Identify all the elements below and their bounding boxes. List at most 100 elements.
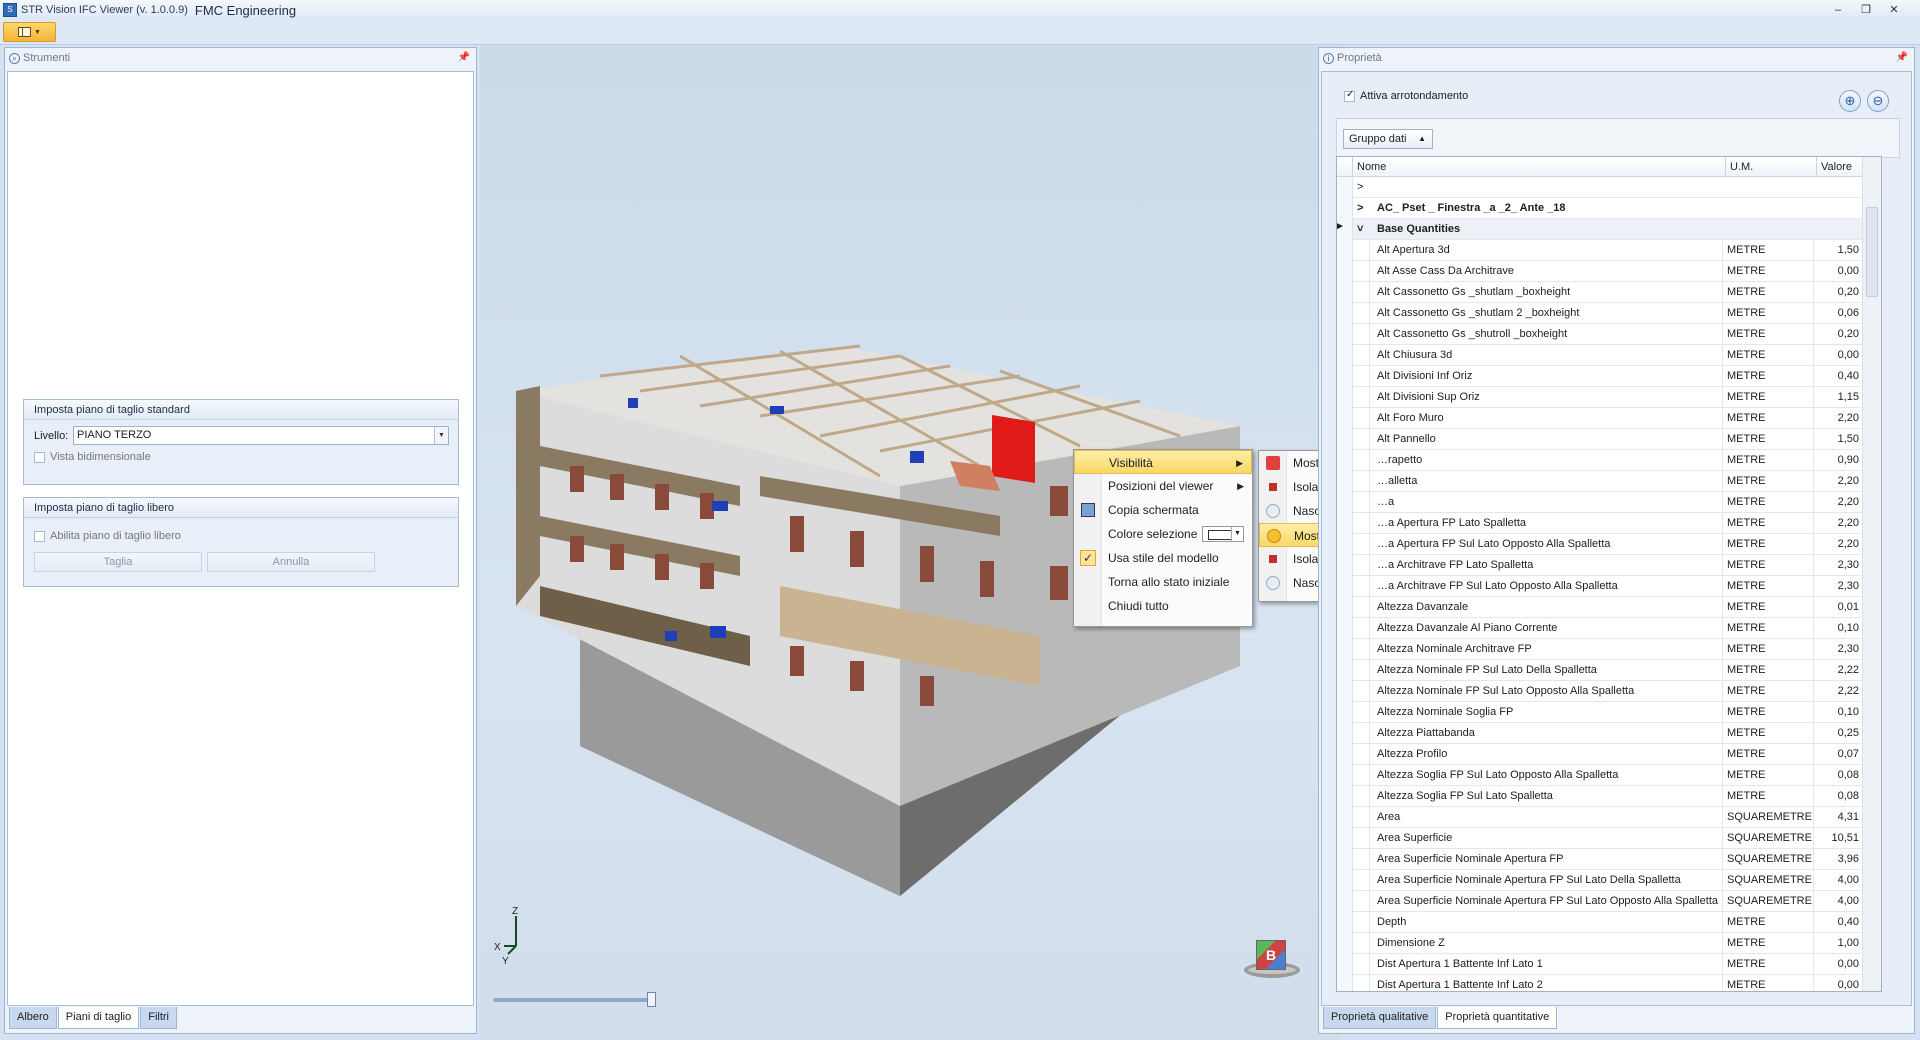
clipping-slider-thumb[interactable] xyxy=(647,992,656,1007)
axis-indicator: Z X Y xyxy=(494,906,518,966)
collapse-icon[interactable]: ˅ xyxy=(1357,219,1377,240)
menu-item-close-all[interactable]: Chiudi tutto xyxy=(1074,594,1252,618)
restore-button[interactable]: ❐ xyxy=(1852,0,1880,20)
collapse-all-button[interactable]: ⊖ xyxy=(1867,90,1889,112)
menu-item-model-style-label: Usa stile del modello xyxy=(1108,551,1219,565)
table-row[interactable]: …a Architrave FP Lato Spalletta METRE 2,30 xyxy=(1337,555,1862,576)
property-unit: METRE xyxy=(1722,681,1812,702)
expand-all-button[interactable]: ⊕ xyxy=(1839,90,1861,112)
table-row[interactable]: Dist Apertura 1 Battente Inf Lato 1 METRE… xyxy=(1337,954,1862,975)
table-row[interactable]: Area Superficie Nominale Apertura FP Sul… xyxy=(1337,870,1862,891)
table-row[interactable]: Altezza Davanzale Al Piano Corrente METRE… xyxy=(1337,618,1862,639)
menu-item-viewer-positions[interactable]: Posizioni del viewer ▶ xyxy=(1074,474,1252,498)
table-row[interactable]: Altezza Davanzale METRE 0,01 xyxy=(1337,597,1862,618)
table-row[interactable]: Dist Apertura 1 Battente Inf Lato 2 METRE… xyxy=(1337,975,1862,991)
table-row[interactable]: …a Apertura FP Lato Spalletta METRE 2,20 xyxy=(1337,513,1862,534)
table-row[interactable]: Alt Divisioni Sup Oriz METRE 1,15 xyxy=(1337,387,1862,408)
menu-item-visibility[interactable]: Visibilità ▶ xyxy=(1074,450,1252,474)
property-value: 0,10 xyxy=(1813,702,1862,723)
table-row[interactable]: Altezza Soglia FP Sul Lato Opposto Alla … xyxy=(1337,765,1862,786)
property-name: Alt Pannello xyxy=(1377,433,1436,445)
table-row-empty[interactable]: > xyxy=(1337,177,1862,198)
property-value: 2,22 xyxy=(1813,660,1862,681)
application-menu-button[interactable]: ▼ xyxy=(3,22,56,42)
table-row[interactable]: Alt Cassonetto Gs _shutlam 2 _boxheight M… xyxy=(1337,303,1862,324)
table-row[interactable]: Alt Apertura 3d METRE 1,50 xyxy=(1337,240,1862,261)
tab-cut-planes[interactable]: Piani di taglio xyxy=(57,1007,140,1029)
table-row[interactable]: Altezza Nominale Soglia FP METRE 0,10 xyxy=(1337,702,1862,723)
selected-element[interactable] xyxy=(992,415,1035,483)
table-row[interactable]: Alt Cassonetto Gs _shutroll _boxheight ME… xyxy=(1337,324,1862,345)
table-row[interactable]: Dimensione Z METRE 1,00 xyxy=(1337,933,1862,954)
row-selector xyxy=(1337,639,1353,660)
property-value: 4,31 xyxy=(1813,807,1862,828)
table-row[interactable]: Area Superficie Nominale Apertura FP SQUA… xyxy=(1337,849,1862,870)
table-row[interactable]: Area SQUAREMETRE 4,31 xyxy=(1337,807,1862,828)
menu-item-selection-color[interactable]: Colore selezione ▼ xyxy=(1074,522,1252,546)
enable-free-cut-checkbox[interactable] xyxy=(34,530,45,542)
table-row[interactable]: Altezza Nominale Architrave FP METRE 2,30 xyxy=(1337,639,1862,660)
group-row-base-quantities[interactable]: ▸ ˅ Base Quantities xyxy=(1337,219,1862,240)
clipping-slider-track[interactable] xyxy=(493,998,653,1002)
close-button[interactable]: ✕ xyxy=(1880,0,1908,20)
column-header-name[interactable]: Nome xyxy=(1353,157,1726,177)
table-row[interactable]: Altezza Profilo METRE 0,07 xyxy=(1337,744,1862,765)
nav-cube-face[interactable]: B xyxy=(1256,940,1286,970)
group-row-pset[interactable]: > AC_ Pset _ Finestra _a _2_ Ante _18 xyxy=(1337,198,1862,219)
table-row[interactable]: Alt Pannello METRE 1,50 xyxy=(1337,429,1862,450)
tab-tree[interactable]: Albero xyxy=(9,1007,57,1029)
group-by-area: Gruppo dati ▲ xyxy=(1336,118,1900,158)
pin-icon[interactable]: 📌 xyxy=(1896,52,1908,63)
column-header-value[interactable]: Valore xyxy=(1817,157,1863,177)
menu-item-reset-state-label: Torna allo stato iniziale xyxy=(1108,575,1230,589)
row-indent xyxy=(1353,597,1370,618)
cancel-button[interactable]: Annulla xyxy=(207,552,375,572)
expand-icon[interactable]: > xyxy=(1357,177,1707,198)
row-indent xyxy=(1353,954,1370,975)
table-row[interactable]: Depth METRE 0,40 xyxy=(1337,912,1862,933)
menu-item-model-style[interactable]: ✓ Usa stile del modello xyxy=(1074,546,1252,570)
group-data-button[interactable]: Gruppo dati ▲ xyxy=(1343,129,1433,149)
navigation-cube[interactable]: B xyxy=(1240,936,1300,980)
table-row[interactable]: Altezza Piattabanda METRE 0,25 xyxy=(1337,723,1862,744)
chevron-down-icon[interactable]: ▼ xyxy=(1231,527,1243,541)
table-row[interactable]: Area Superficie Nominale Apertura FP Sul… xyxy=(1337,891,1862,912)
tools-content: Imposta piano di taglio standard Livello… xyxy=(7,71,474,1006)
table-row[interactable]: Alt Divisioni Inf Oriz METRE 0,40 xyxy=(1337,366,1862,387)
table-row[interactable]: Altezza Nominale FP Sul Lato Opposto All… xyxy=(1337,681,1862,702)
selection-color-picker[interactable]: ▼ xyxy=(1202,526,1244,542)
table-row[interactable]: Alt Cassonetto Gs _shutlam _boxheight MET… xyxy=(1337,282,1862,303)
3d-viewport[interactable]: Z X Y B Visibilità ▶ Posizioni del viewer… xyxy=(480,46,1401,1040)
table-row[interactable]: Alt Asse Cass Da Architrave METRE 0,00 xyxy=(1337,261,1862,282)
tab-filters[interactable]: Filtri xyxy=(140,1007,178,1029)
standard-cut-plane-group: Imposta piano di taglio standard Livello… xyxy=(23,399,459,485)
table-row[interactable]: …a Architrave FP Sul Lato Opposto Alla S… xyxy=(1337,576,1862,597)
level-combo[interactable]: PIANO TERZO ▼ xyxy=(73,426,449,445)
chevron-down-icon[interactable]: ▼ xyxy=(434,427,448,444)
vertical-scrollbar[interactable] xyxy=(1862,157,1881,991)
minimize-button[interactable]: – xyxy=(1824,0,1852,20)
column-header-unit[interactable]: U.M. xyxy=(1726,157,1817,177)
tab-qualitative[interactable]: Proprietà qualitative xyxy=(1323,1007,1437,1029)
scrollbar-thumb[interactable] xyxy=(1866,207,1878,297)
menu-item-screenshot[interactable]: Copia schermata xyxy=(1074,498,1252,522)
cut-button[interactable]: Taglia xyxy=(34,552,202,572)
table-row[interactable]: Alt Foro Muro METRE 2,20 xyxy=(1337,408,1862,429)
table-row[interactable]: …a METRE 2,20 xyxy=(1337,492,1862,513)
row-indent xyxy=(1353,450,1370,471)
table-row[interactable]: …a Apertura FP Sul Lato Opposto Alla Spa… xyxy=(1337,534,1862,555)
table-row[interactable]: Area Superficie SQUAREMETRE 10,51 xyxy=(1337,828,1862,849)
pin-icon[interactable]: 📌 xyxy=(458,52,470,63)
expand-icon[interactable]: > xyxy=(1357,198,1377,219)
table-row[interactable]: Alt Chiusura 3d METRE 0,00 xyxy=(1337,345,1862,366)
table-row[interactable]: Altezza Soglia FP Sul Lato Spalletta METR… xyxy=(1337,786,1862,807)
table-row[interactable]: Altezza Nominale FP Sul Lato Della Spall… xyxy=(1337,660,1862,681)
tab-quantitative[interactable]: Proprietà quantitative xyxy=(1437,1007,1558,1029)
menu-item-reset-state[interactable]: Torna allo stato iniziale xyxy=(1074,570,1252,594)
isolate-similar-icon xyxy=(1269,555,1277,563)
table-row[interactable]: …rapetto METRE 0,90 xyxy=(1337,450,1862,471)
table-row[interactable]: …alletta METRE 2,20 xyxy=(1337,471,1862,492)
two-d-view-checkbox[interactable] xyxy=(34,451,45,463)
rounding-checkbox[interactable] xyxy=(1344,89,1355,102)
property-name: Altezza Piattabanda xyxy=(1377,727,1475,739)
